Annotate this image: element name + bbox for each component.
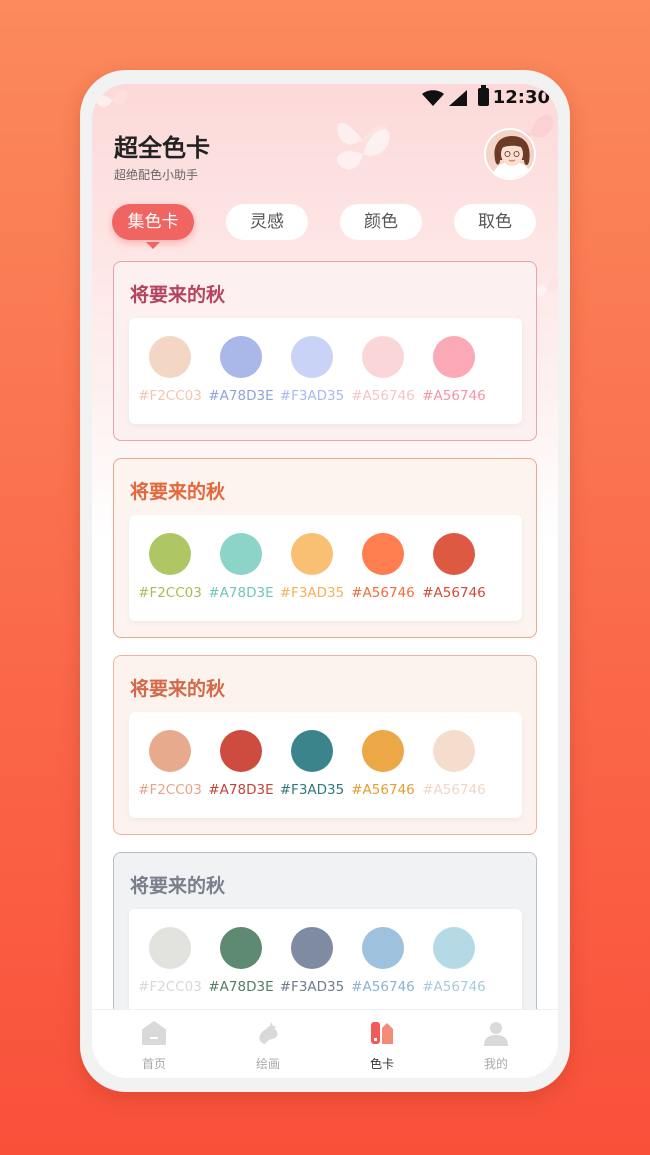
color-dot (149, 533, 191, 575)
color-swatch[interactable]: #A78D3E (205, 909, 277, 1009)
color-hex-code: #A56746 (422, 979, 486, 995)
avatar[interactable] (484, 128, 536, 180)
color-dot (433, 336, 475, 378)
color-dot (220, 927, 262, 969)
color-swatch[interactable]: #F3AD35 (276, 515, 348, 621)
color-dot (291, 730, 333, 772)
color-palette-card[interactable]: 将要来的秋 #F2CC03 #A78D3E #F3AD35 #A56746 #A56746 (113, 655, 537, 835)
color-swatch[interactable]: #A56746 (347, 712, 419, 818)
wifi-icon (422, 90, 444, 106)
color-swatch[interactable]: #A56746 (347, 909, 419, 1009)
tabbar-item-profile[interactable]: 我的 (456, 1010, 536, 1078)
color-dot (149, 336, 191, 378)
category-tabs: 集色卡 灵感 颜色 取色 (112, 204, 538, 240)
color-palette-card[interactable]: 将要来的秋 #F2CC03 #A78D3E #F3AD35 #A56746 #A56746 (113, 852, 537, 1009)
swatch-row: #F2CC03 #A78D3E #F3AD35 #A56746 #A56746 (129, 909, 522, 1009)
tab-colors[interactable]: 颜色 (340, 204, 422, 240)
color-swatch[interactable]: #A56746 (347, 515, 419, 621)
status-time: 12:30 (492, 87, 550, 108)
color-hex-code: #A56746 (422, 388, 486, 404)
color-dot (362, 730, 404, 772)
color-swatch[interactable]: #F3AD35 (276, 712, 348, 818)
tab-inspiration[interactable]: 灵感 (226, 204, 308, 240)
palette-title: 将要来的秋 (130, 875, 226, 897)
color-swatch[interactable]: #A56746 (418, 712, 490, 818)
color-palette-card[interactable]: 将要来的秋 #F2CC03 #A78D3E #F3AD35 #A56746 #A56746 (113, 458, 537, 638)
color-swatch[interactable]: #F2CC03 (134, 909, 206, 1009)
avatar-girl-icon (486, 130, 534, 178)
tabbar-item-home[interactable]: 首页 (114, 1010, 194, 1078)
color-swatch[interactable]: #F2CC03 (134, 515, 206, 621)
color-dot (291, 927, 333, 969)
color-dot (433, 730, 475, 772)
color-swatch[interactable]: #A56746 (418, 318, 490, 424)
battery-icon (478, 85, 489, 106)
swatch-row: #F2CC03 #A78D3E #F3AD35 #A56746 #A56746 (129, 318, 522, 424)
tabbar-label-color-card: 色卡 (369, 1057, 394, 1071)
color-swatch[interactable]: #A78D3E (205, 318, 277, 424)
palette-title: 将要来的秋 (130, 284, 226, 306)
swatch-row: #F2CC03 #A78D3E #F3AD35 #A56746 #A56746 (129, 515, 522, 621)
tabbar-item-color-card[interactable]: 色卡 (342, 1010, 422, 1078)
color-dot (149, 730, 191, 772)
color-card-icon (371, 1022, 393, 1044)
color-swatch[interactable]: #A56746 (418, 515, 490, 621)
color-dot (220, 336, 262, 378)
profile-icon (484, 1022, 508, 1046)
tab-pick-color[interactable]: 取色 (454, 204, 536, 240)
color-dot (291, 336, 333, 378)
status-bar: 12:30 (92, 84, 558, 112)
tab-color-collection[interactable]: 集色卡 (112, 204, 194, 240)
palette-title: 将要来的秋 (130, 678, 226, 700)
cellular-signal-icon (449, 90, 467, 106)
tabbar-label-profile: 我的 (483, 1057, 508, 1071)
color-swatch[interactable]: #F2CC03 (134, 712, 206, 818)
color-swatch[interactable]: #F2CC03 (134, 318, 206, 424)
color-dot (433, 533, 475, 575)
color-hex-code: #A56746 (422, 782, 486, 798)
tabbar-item-paint[interactable]: 绘画 (228, 1010, 308, 1078)
color-dot (220, 730, 262, 772)
butterfly-decoration-icon (337, 129, 390, 170)
color-swatch[interactable]: #F3AD35 (276, 318, 348, 424)
color-dot (362, 927, 404, 969)
color-dot (433, 927, 475, 969)
tabbar-label-paint: 绘画 (255, 1057, 280, 1071)
color-swatch[interactable]: #A56746 (418, 909, 490, 1009)
color-dot (149, 927, 191, 969)
tabbar-label-home: 首页 (141, 1057, 166, 1071)
home-icon (142, 1021, 166, 1045)
app-subtitle: 超绝配色小助手 (114, 168, 199, 182)
palette-title: 将要来的秋 (130, 481, 226, 503)
color-palette-card[interactable]: 将要来的秋 #F2CC03 #A78D3E #F3AD35 #A56746 #A56746 (113, 261, 537, 441)
color-dot (220, 533, 262, 575)
color-swatch[interactable]: #F3AD35 (276, 909, 348, 1009)
app-screen: 12:30 超全色卡 超绝配色小助手 集色卡 灵感 颜色 取色 将要来的秋 #F2… (92, 84, 558, 1078)
app-title: 超全色卡 (114, 134, 210, 162)
color-hex-code: #A56746 (422, 585, 486, 601)
color-dot (291, 533, 333, 575)
active-tab-indicator (146, 242, 160, 249)
swatch-row: #F2CC03 #A78D3E #F3AD35 #A56746 #A56746 (129, 712, 522, 818)
color-dot (362, 533, 404, 575)
bottom-tab-bar: 首页 绘画 色卡 我的 (92, 1009, 558, 1078)
color-dot (362, 336, 404, 378)
color-swatch[interactable]: #A78D3E (205, 515, 277, 621)
color-swatch[interactable]: #A56746 (347, 318, 419, 424)
paint-icon (259, 1022, 278, 1044)
color-card-list: 将要来的秋 #F2CC03 #A78D3E #F3AD35 #A56746 #A56746… (113, 261, 537, 1009)
color-swatch[interactable]: #A78D3E (205, 712, 277, 818)
